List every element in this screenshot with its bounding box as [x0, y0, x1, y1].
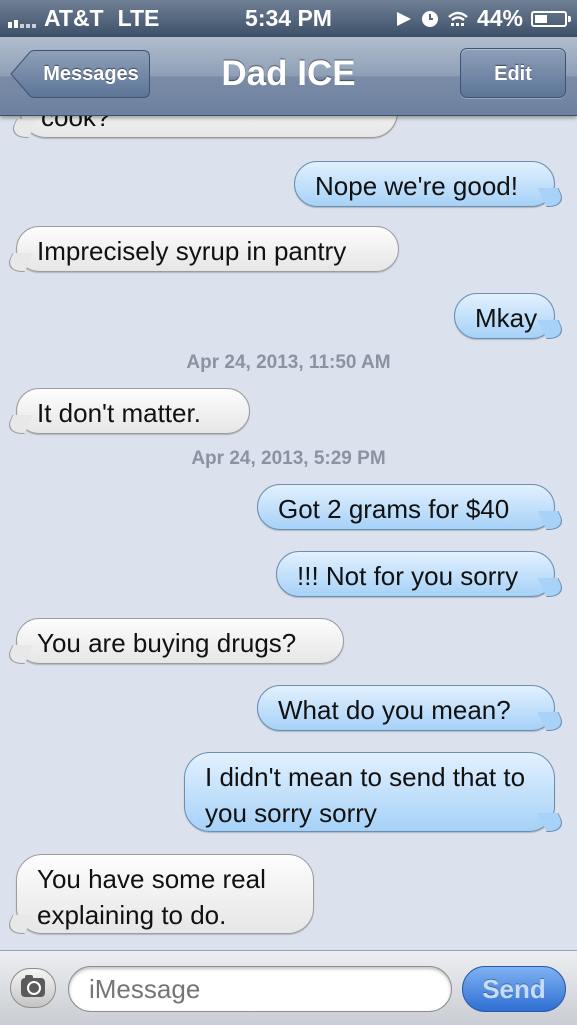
battery-percent: 44% [476, 5, 523, 31]
send-button[interactable]: Send [462, 966, 566, 1012]
imessage-input[interactable] [68, 966, 452, 1012]
message-bubble-sent[interactable]: Nope we're good! [294, 161, 555, 207]
navigation-bar: Messages Dad ICE Edit [0, 37, 577, 116]
message-text: Mkay [475, 303, 538, 333]
message-bubble-received[interactable]: Imprecisely syrup in pantry [16, 226, 399, 272]
message-text: Got 2 grams for $40 [278, 494, 510, 524]
camera-button[interactable] [10, 968, 56, 1008]
message-text: It don't matter. [37, 398, 201, 428]
message-text: You have some real explaining to do. [37, 864, 266, 930]
message-bubble-received[interactable]: It don't matter. [16, 388, 250, 434]
status-right: 44% [395, 5, 571, 32]
message-input-bar: Send [0, 950, 577, 1025]
message-bubble-sent[interactable]: Mkay [454, 293, 555, 339]
message-text: I didn't mean to send that to you sorry … [205, 762, 526, 828]
message-bubble-received[interactable]: You have some real explaining to do. [16, 854, 314, 934]
status-bar: AT&T LTE 5:34 PM 44% [0, 0, 577, 37]
wifi-icon [448, 11, 468, 26]
message-text: What do you mean? [278, 695, 511, 725]
message-bubble-sent[interactable]: I didn't mean to send that to you sorry … [184, 752, 555, 832]
message-text: Imprecisely syrup in pantry [37, 236, 347, 266]
message-text: You are buying drugs? [37, 628, 297, 658]
message-bubble-sent[interactable]: Got 2 grams for $40 [257, 484, 555, 530]
location-arrow-icon [396, 11, 411, 26]
conversation-thread[interactable]: cook? Nope we're good! Imprecisely syrup… [0, 116, 577, 950]
message-bubble-received[interactable]: You are buying drugs? [16, 618, 344, 664]
message-text: !!! Not for you sorry [297, 561, 519, 591]
message-bubble-received[interactable]: cook? [20, 116, 398, 138]
message-bubble-sent[interactable]: What do you mean? [257, 685, 555, 731]
timestamp: Apr 24, 2013, 5:29 PM [191, 448, 386, 469]
message-bubble-sent[interactable]: !!! Not for you sorry [276, 551, 555, 597]
battery-icon [531, 10, 571, 27]
message-text: Nope we're good! [315, 171, 518, 201]
message-text: cook? [41, 116, 111, 132]
alarm-clock-icon [421, 10, 438, 27]
edit-button[interactable]: Edit [460, 48, 566, 98]
timestamp: Apr 24, 2013, 11:50 AM [186, 352, 391, 373]
camera-icon [21, 975, 45, 997]
